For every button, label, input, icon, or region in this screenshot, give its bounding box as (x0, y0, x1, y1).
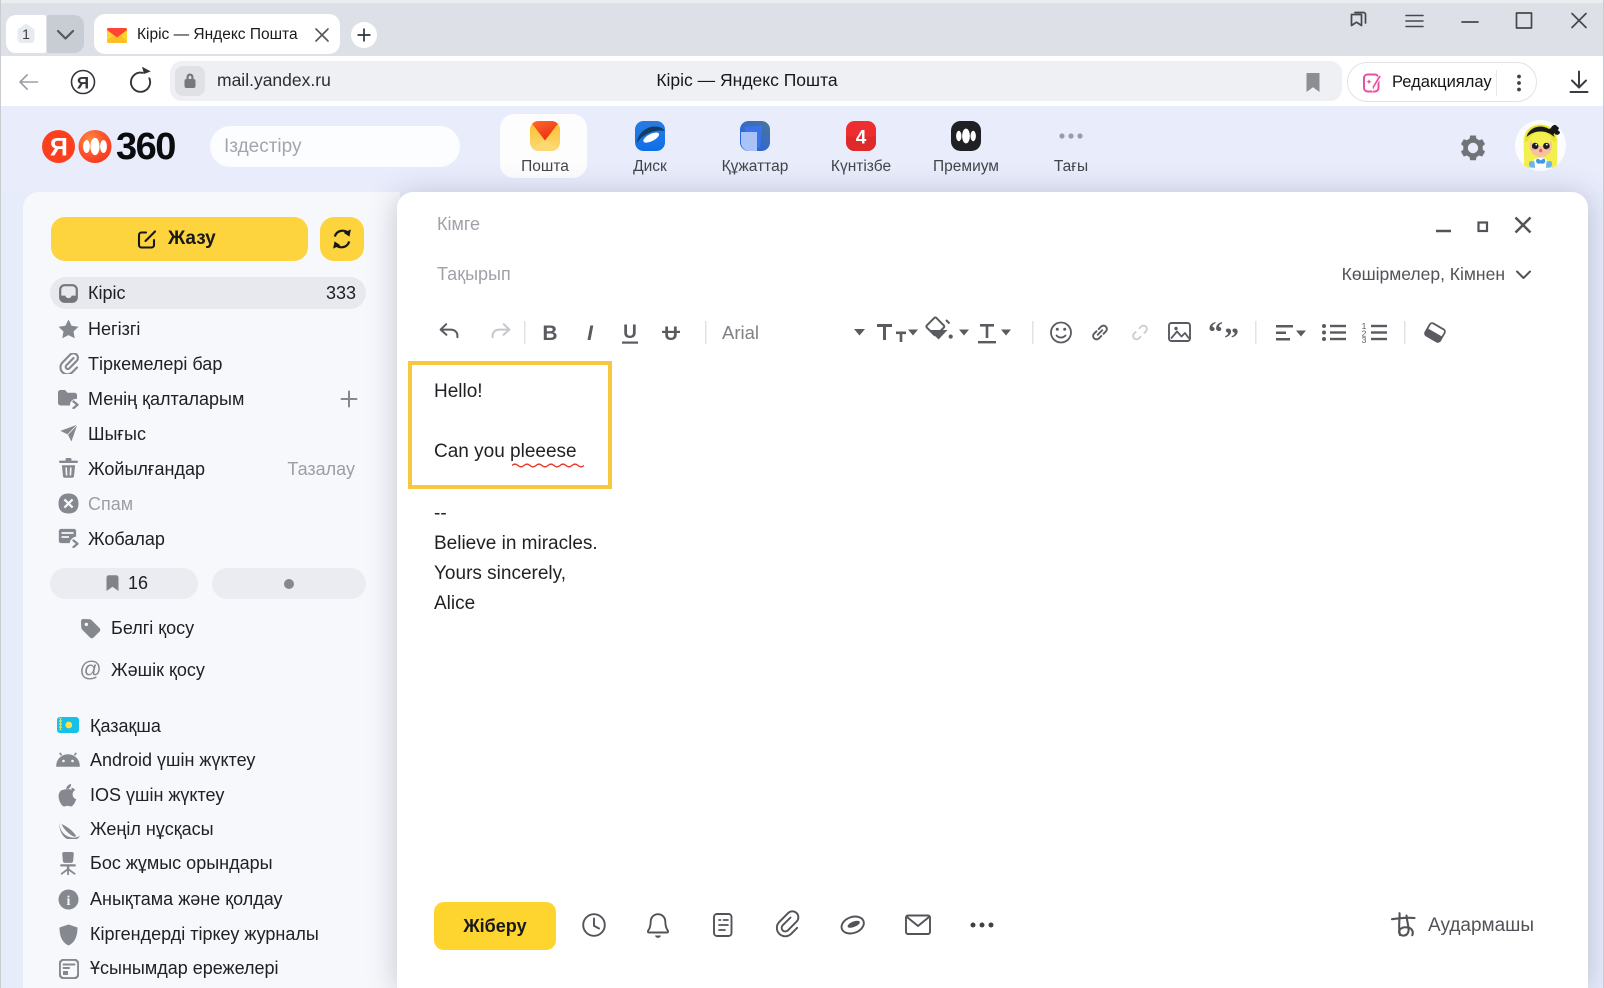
svg-text:4: 4 (856, 128, 867, 149)
svg-text:”: ” (1224, 322, 1239, 351)
svg-text:1: 1 (22, 26, 30, 42)
svg-text:Я: Я (77, 74, 89, 93)
svg-text:Я: Я (50, 134, 68, 162)
svg-text:U: U (623, 322, 637, 343)
svg-text:3: 3 (1362, 335, 1367, 345)
svg-text:U: U (664, 324, 678, 345)
svg-text:I: I (587, 322, 594, 345)
svg-text:i: i (67, 894, 71, 909)
svg-text:@: @ (79, 658, 101, 681)
svg-text:“: “ (1208, 316, 1223, 349)
svg-text:B: B (542, 322, 557, 345)
svg-text:Arial: Arial (722, 322, 759, 343)
